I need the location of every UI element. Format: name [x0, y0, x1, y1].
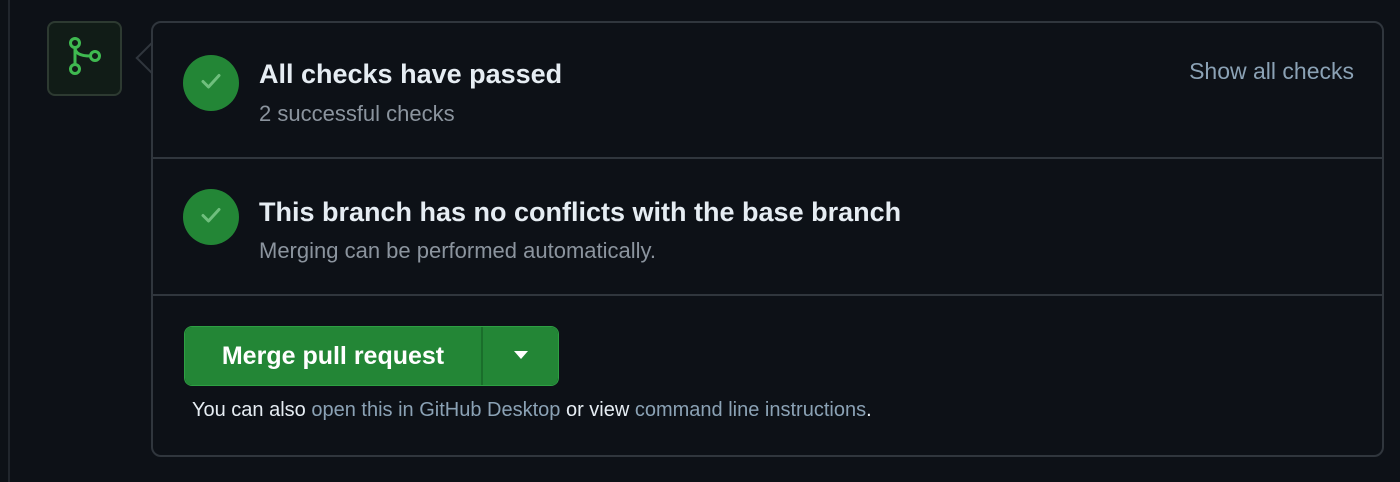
- merge-section: Merge pull request You can also open thi…: [153, 296, 1382, 457]
- also-middle: or view: [560, 399, 635, 421]
- check-icon: [198, 202, 224, 233]
- checks-status-circle: [183, 55, 239, 111]
- merge-options-dropdown[interactable]: [481, 327, 558, 385]
- merge-status-badge: [47, 21, 122, 96]
- command-line-instructions-link[interactable]: command line instructions: [635, 399, 866, 421]
- conflicts-section: This branch has no conflicts with the ba…: [153, 159, 1382, 296]
- triangle-down-icon: [513, 347, 529, 365]
- also-prefix: You can also: [192, 399, 312, 421]
- show-all-checks-link[interactable]: Show all checks: [1189, 58, 1354, 85]
- also-suffix: .: [866, 399, 872, 421]
- check-icon: [198, 68, 224, 99]
- conflicts-title: This branch has no conflicts with the ba…: [259, 197, 902, 227]
- checks-title: All checks have passed: [259, 59, 563, 89]
- merge-alternatives-text: You can also open this in GitHub Desktop…: [192, 399, 872, 422]
- open-in-desktop-link[interactable]: open this in GitHub Desktop: [311, 399, 560, 421]
- checks-section: All checks have passed 2 successful chec…: [153, 23, 1382, 159]
- git-merge-icon: [64, 35, 106, 82]
- conflicts-subtitle: Merging can be performed automatically.: [259, 238, 657, 263]
- timeline-line: [8, 0, 10, 482]
- checks-subtitle: 2 successful checks: [259, 101, 455, 126]
- merge-button-group: Merge pull request: [184, 326, 559, 386]
- conflicts-status-circle: [183, 189, 239, 245]
- merge-box: All checks have passed 2 successful chec…: [151, 21, 1384, 457]
- merge-pull-request-button[interactable]: Merge pull request: [185, 327, 481, 385]
